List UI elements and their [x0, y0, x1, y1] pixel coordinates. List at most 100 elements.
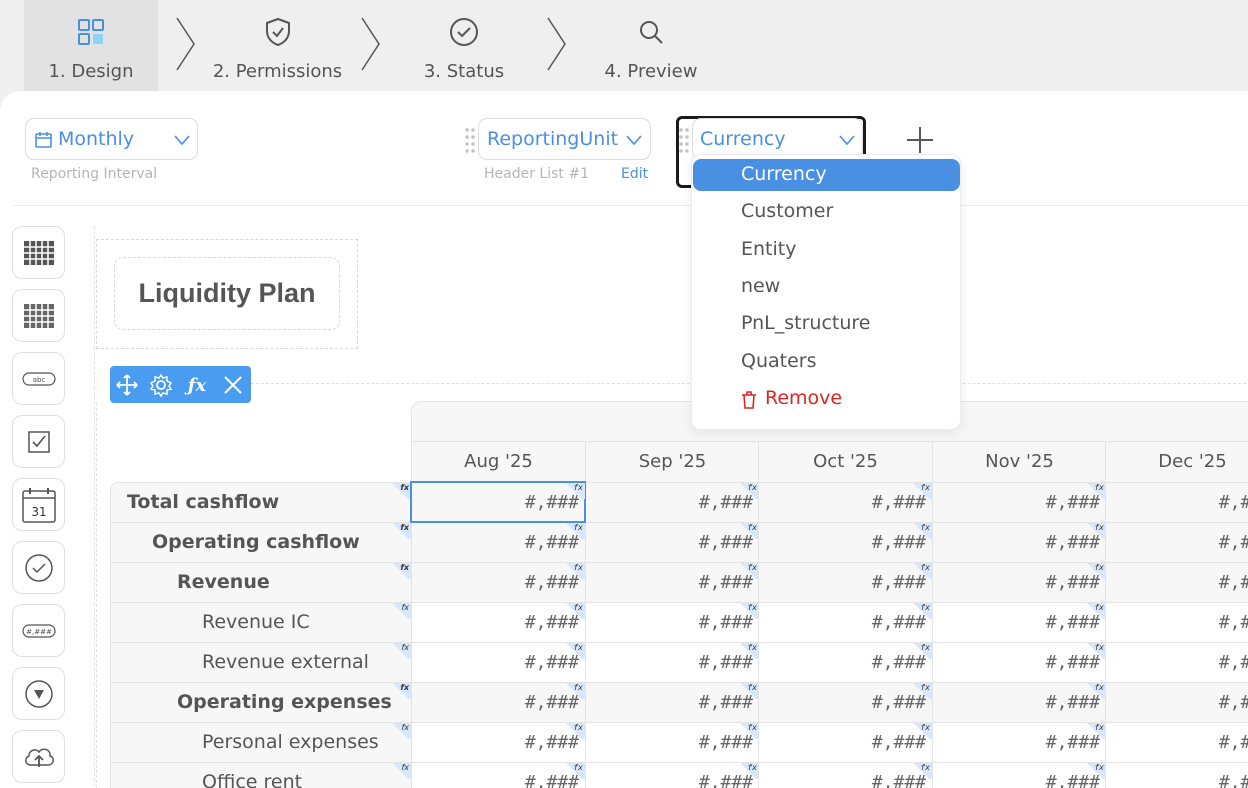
table-cell[interactable]: #,###fx: [411, 522, 585, 562]
row-label[interactable]: Revenue external fx: [110, 642, 412, 682]
table-cell[interactable]: #,###fx: [1105, 522, 1248, 562]
table-cell[interactable]: #,###fx: [585, 762, 759, 788]
formula-marker: fx: [910, 643, 932, 659]
table-cell[interactable]: #,###fx: [585, 682, 759, 722]
tool-date[interactable]: 31: [12, 478, 65, 531]
table-cell[interactable]: #,###fx: [585, 642, 759, 682]
row-label[interactable]: Personal expenses fx: [110, 722, 412, 762]
report-title: Liquidity Plan: [138, 278, 316, 308]
table-cell[interactable]: #,###fx: [758, 682, 932, 722]
header-list-select[interactable]: ReportingUnit: [478, 118, 651, 160]
dropdown-option-customer[interactable]: Customer: [693, 196, 960, 228]
column-header: Nov '25: [932, 441, 1106, 482]
row-label[interactable]: Revenue IC fx: [110, 602, 412, 642]
table-cell[interactable]: #,###fx: [585, 522, 759, 562]
table-cell[interactable]: #,###fx: [411, 602, 585, 642]
chevron-down-icon: [174, 135, 190, 146]
formula-marker: fx: [1084, 643, 1106, 659]
step-preview[interactable]: 4. Preview: [585, 0, 717, 92]
dropdown-option-entity[interactable]: Entity: [693, 234, 960, 266]
table-cell[interactable]: #,###fx: [932, 482, 1106, 522]
row-label[interactable]: Total cashflow fx: [110, 482, 412, 522]
drag-handle-icon[interactable]: [679, 127, 689, 153]
row-label[interactable]: Office rent fx: [110, 762, 412, 788]
table-cell[interactable]: #,###fx: [585, 482, 759, 522]
formula-icon[interactable]: ƒx: [184, 372, 210, 398]
formula-marker: fx: [1084, 563, 1106, 579]
add-icon[interactable]: [905, 125, 935, 155]
gear-icon[interactable]: [148, 372, 174, 398]
table-cell[interactable]: #,###fx: [758, 722, 932, 762]
row-label[interactable]: Operating expenses fx: [110, 682, 412, 722]
tool-checkbox[interactable]: [12, 415, 65, 468]
table-cell[interactable]: #,###fx: [411, 642, 585, 682]
circle-check-icon: [450, 18, 478, 46]
table-cell[interactable]: #,###fx: [1105, 682, 1248, 722]
tool-dropdown[interactable]: [12, 667, 65, 720]
reporting-interval-select[interactable]: Monthly: [25, 118, 198, 160]
step-status[interactable]: 3. Status: [400, 0, 528, 92]
dropdown-option-quaters[interactable]: Quaters: [693, 346, 960, 378]
column-header: Sep '25: [585, 441, 759, 482]
table-cell[interactable]: #,###fx: [932, 522, 1106, 562]
table-cell[interactable]: #,###fx: [932, 722, 1106, 762]
table-cell[interactable]: #,###fx: [1105, 482, 1248, 522]
table-cell[interactable]: #,###fx: [1105, 562, 1248, 602]
table-icon: [23, 240, 54, 265]
table-cell[interactable]: #,###fx: [1105, 722, 1248, 762]
table-cell[interactable]: #,###fx: [758, 562, 932, 602]
column-header: Dec '25: [1105, 441, 1248, 482]
drag-handle-icon[interactable]: [465, 127, 475, 153]
formula-marker: fx: [389, 723, 411, 739]
tool-text-field[interactable]: abc: [12, 352, 65, 405]
table-cell[interactable]: #,###fx: [932, 602, 1106, 642]
table-cell[interactable]: #,###fx: [1105, 642, 1248, 682]
tool-number-field[interactable]: #,###: [12, 604, 65, 657]
table-cell[interactable]: #,###fx: [411, 682, 585, 722]
tool-table[interactable]: [12, 226, 65, 279]
reporting-interval-caption: Reporting Interval: [31, 166, 158, 182]
close-icon[interactable]: [220, 372, 246, 398]
cell-value: #,###: [1218, 492, 1248, 513]
table-cell[interactable]: #,###fx: [758, 762, 932, 788]
table-cell[interactable]: #,###fx: [411, 722, 585, 762]
table-cell[interactable]: #,###fx: [585, 602, 759, 642]
table-cell[interactable]: #,###fx: [758, 602, 932, 642]
formula-marker: fx: [389, 483, 411, 499]
table-cell[interactable]: #,###fx: [411, 562, 585, 602]
text-field-icon: abc: [21, 371, 56, 386]
dropdown-option-currency[interactable]: Currency: [693, 159, 960, 191]
table-cell[interactable]: #,###fx: [410, 481, 586, 523]
tool-status[interactable]: [12, 541, 65, 594]
move-icon[interactable]: [114, 372, 140, 398]
dropdown-option-new[interactable]: new: [693, 271, 960, 303]
table-cell[interactable]: #,###fx: [932, 682, 1106, 722]
table-cell[interactable]: #,###fx: [1105, 762, 1248, 788]
row-label[interactable]: Revenue fx: [110, 562, 412, 602]
table-cell[interactable]: #,###fx: [1105, 602, 1248, 642]
table-cell[interactable]: #,###fx: [932, 562, 1106, 602]
reporting-interval-value: Monthly: [58, 128, 135, 150]
remove-button[interactable]: Remove: [693, 383, 960, 415]
table-cell[interactable]: #,###fx: [411, 762, 585, 788]
step-design[interactable]: 1. Design: [24, 0, 158, 92]
row-label[interactable]: Operating cashflow fx: [110, 522, 412, 562]
formula-marker: fx: [737, 483, 759, 499]
table-cell[interactable]: #,###fx: [758, 482, 932, 522]
dropdown-option-pnl-structure[interactable]: PnL_structure: [693, 308, 960, 340]
formula-marker: fx: [389, 563, 411, 579]
table-cell[interactable]: #,###fx: [758, 522, 932, 562]
table-cell[interactable]: #,###fx: [932, 762, 1106, 788]
tool-grid-table[interactable]: [12, 289, 65, 342]
report-title-box[interactable]: Liquidity Plan: [114, 257, 340, 330]
table-cell[interactable]: #,###fx: [585, 722, 759, 762]
edit-link[interactable]: Edit: [621, 166, 648, 182]
step-permissions[interactable]: 2. Permissions: [200, 0, 355, 92]
tool-upload[interactable]: [12, 730, 65, 783]
table-cell[interactable]: #,###fx: [758, 642, 932, 682]
table-cell[interactable]: #,###fx: [585, 562, 759, 602]
formula-marker: fx: [389, 683, 411, 699]
step-label: 4. Preview: [604, 61, 698, 82]
table-cell[interactable]: #,###fx: [932, 642, 1106, 682]
checkbox-icon: [27, 430, 50, 453]
